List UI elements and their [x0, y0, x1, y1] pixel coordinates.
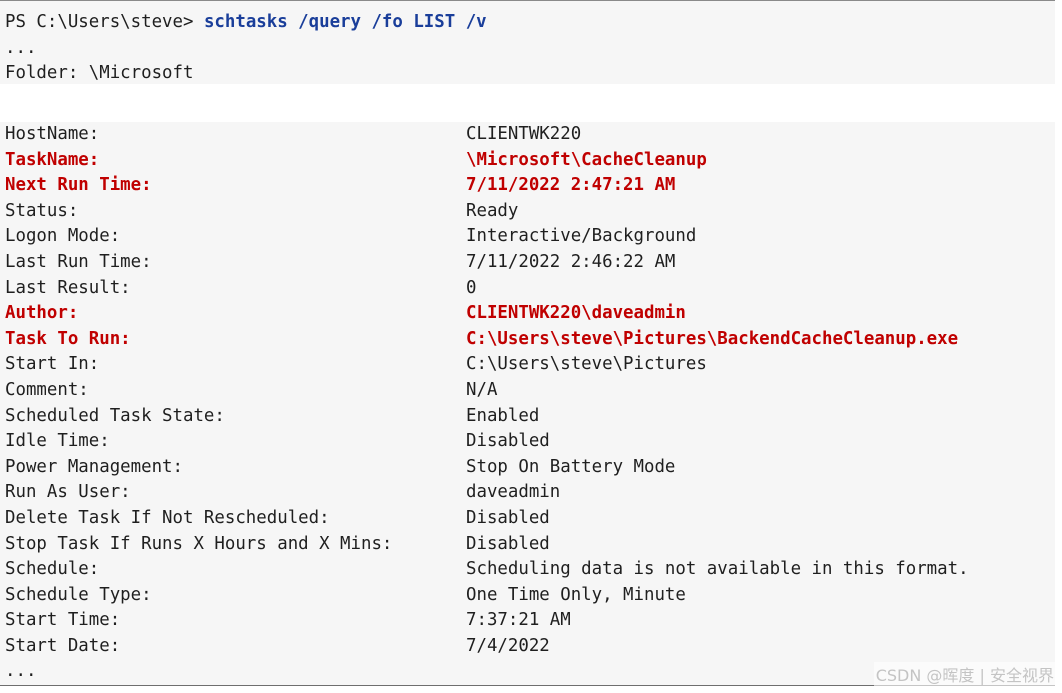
field-value: Enabled: [466, 405, 540, 426]
field-key: TaskName:: [5, 149, 100, 170]
field-key: Power Management:: [5, 456, 183, 477]
task-field-row: TaskName: \Microsoft\CacheCleanup: [5, 148, 1055, 174]
field-key: Schedule:: [5, 559, 100, 580]
task-field-row: Last Result: 0: [5, 276, 1055, 302]
field-value: One Time Only, Minute: [466, 584, 686, 605]
task-field-row: Idle Time: Disabled: [5, 429, 1055, 455]
field-key: HostName:: [5, 124, 100, 144]
field-value: 7:37:21 AM: [466, 610, 571, 631]
field-key: Idle Time:: [5, 431, 110, 452]
field-value: C:\Users\steve\Pictures\BackendCacheClea…: [466, 328, 959, 349]
task-field-row: Start Time: 7:37:21 AM: [5, 608, 1055, 634]
field-key: Schedule Type:: [5, 584, 152, 605]
field-key: Last Result:: [5, 277, 131, 298]
task-field-row: Stop Task If Runs X Hours and X Mins: Dis…: [5, 532, 1055, 558]
task-fields-list: HostName: CLIENTWK220 TaskName: \Microsoft\…: [5, 122, 1055, 659]
prompt-prefix: PS C:\Users\steve>: [5, 12, 204, 32]
task-field-row: Schedule: Scheduling data is not availabl…: [5, 557, 1055, 583]
task-field-row: Comment: N/A: [5, 378, 1055, 404]
task-field-row: Status: Ready: [5, 199, 1055, 225]
field-value: C:\Users\steve\Pictures: [466, 354, 707, 375]
field-value: 0: [466, 277, 477, 298]
field-value: Ready: [466, 200, 519, 221]
field-key: Scheduled Task State:: [5, 405, 225, 426]
field-value: \Microsoft\CacheCleanup: [466, 149, 707, 170]
field-value: 7/4/2022: [466, 635, 550, 656]
field-value: N/A: [466, 379, 498, 400]
field-value: 7/11/2022 2:46:22 AM: [466, 251, 676, 272]
task-field-row: Task To Run: C:\Users\steve\Pictures\Back…: [5, 327, 1055, 353]
task-field-row: Delete Task If Not Rescheduled: Disabled: [5, 506, 1055, 532]
ellipsis-line: ...: [5, 37, 37, 58]
terminal-header-block: PS C:\Users\steve> schtasks /query /fo L…: [0, 0, 1055, 84]
field-value: daveadmin: [466, 482, 561, 503]
field-value: Disabled: [466, 431, 550, 452]
folder-line: Folder: \Microsoft: [5, 63, 194, 84]
field-value: CLIENTWK220\daveadmin: [466, 303, 686, 324]
task-field-row: Power Management: Stop On Battery Mode: [5, 455, 1055, 481]
watermark-text: CSDN @晖度 | 安全视界: [873, 662, 1056, 686]
task-field-row: Last Run Time: 7/11/2022 2:46:22 AM: [5, 250, 1055, 276]
task-field-row: Run As User: daveadmin: [5, 480, 1055, 506]
prompt-command: schtasks /query /fo LIST /v: [203, 12, 487, 32]
field-key: Comment:: [5, 379, 89, 400]
task-field-row: HostName: CLIENTWK220: [5, 122, 1055, 148]
prompt-line: PS C:\Users\steve> schtasks /query /fo L…: [5, 10, 1055, 36]
field-key: Logon Mode:: [5, 226, 121, 247]
field-value: Interactive/Background: [466, 226, 697, 247]
field-key: Task To Run:: [5, 328, 131, 349]
field-key: Delete Task If Not Rescheduled:: [5, 507, 330, 528]
field-value: Disabled: [466, 533, 550, 554]
field-key: Status:: [5, 200, 79, 221]
field-key: Start Time:: [5, 610, 121, 631]
field-value: Scheduling data is not available in this…: [466, 559, 969, 580]
field-key: Start Date:: [5, 635, 121, 656]
task-field-row: Start Date: 7/4/2022: [5, 634, 1055, 660]
task-field-row: Scheduled Task State: Enabled: [5, 404, 1055, 430]
field-key: Next Run Time:: [5, 175, 152, 196]
field-value: CLIENTWK220: [466, 124, 582, 144]
field-key: Start In:: [5, 354, 100, 375]
field-key: Author:: [5, 303, 79, 324]
task-field-row: Author: CLIENTWK220\daveadmin: [5, 301, 1055, 327]
field-key: Stop Task If Runs X Hours and X Mins:: [5, 533, 393, 554]
field-key: Run As User:: [5, 482, 131, 503]
field-value: Disabled: [466, 507, 550, 528]
task-field-row: Start In: C:\Users\steve\Pictures: [5, 352, 1055, 378]
task-field-row: Logon Mode: Interactive/Background: [5, 224, 1055, 250]
field-key: Last Run Time:: [5, 251, 152, 272]
task-field-row: Schedule Type: One Time Only, Minute: [5, 583, 1055, 609]
field-value: Stop On Battery Mode: [466, 456, 676, 477]
field-value: 7/11/2022 2:47:21 AM: [466, 175, 676, 196]
task-details-block: HostName: CLIENTWK220 TaskName: \Microsoft\…: [0, 122, 1055, 686]
task-field-row: Next Run Time: 7/11/2022 2:47:21 AM: [5, 173, 1055, 199]
